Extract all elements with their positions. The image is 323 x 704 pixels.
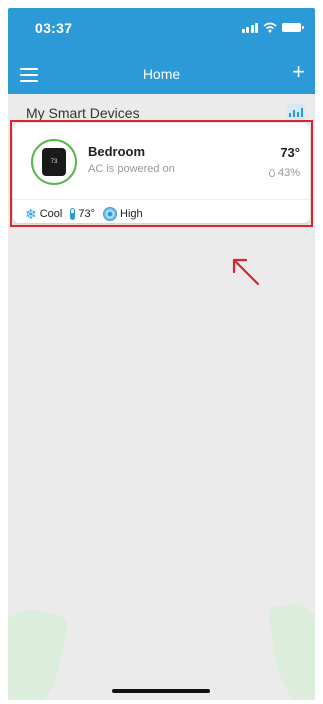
leaf-decoration-left [8, 600, 70, 700]
app-bar: Home + [8, 56, 315, 94]
system-icons [241, 22, 304, 33]
highlight-box [10, 120, 313, 227]
annotation-arrow-icon [232, 258, 260, 286]
add-icon[interactable]: + [292, 61, 305, 83]
section-title: My Smart Devices [26, 105, 140, 121]
home-indicator [112, 689, 210, 693]
status-time: 03:37 [35, 20, 73, 36]
stats-icon[interactable] [287, 104, 305, 120]
signal-icon [241, 22, 258, 33]
leaf-decoration-right [267, 599, 315, 700]
battery-icon [282, 23, 304, 32]
phone-screen: 03:37 Home + My Smart Devices 73 Bedroom… [8, 8, 315, 700]
wifi-icon [263, 22, 277, 33]
status-bar: 03:37 [8, 8, 315, 56]
app-title: Home [142, 66, 181, 82]
